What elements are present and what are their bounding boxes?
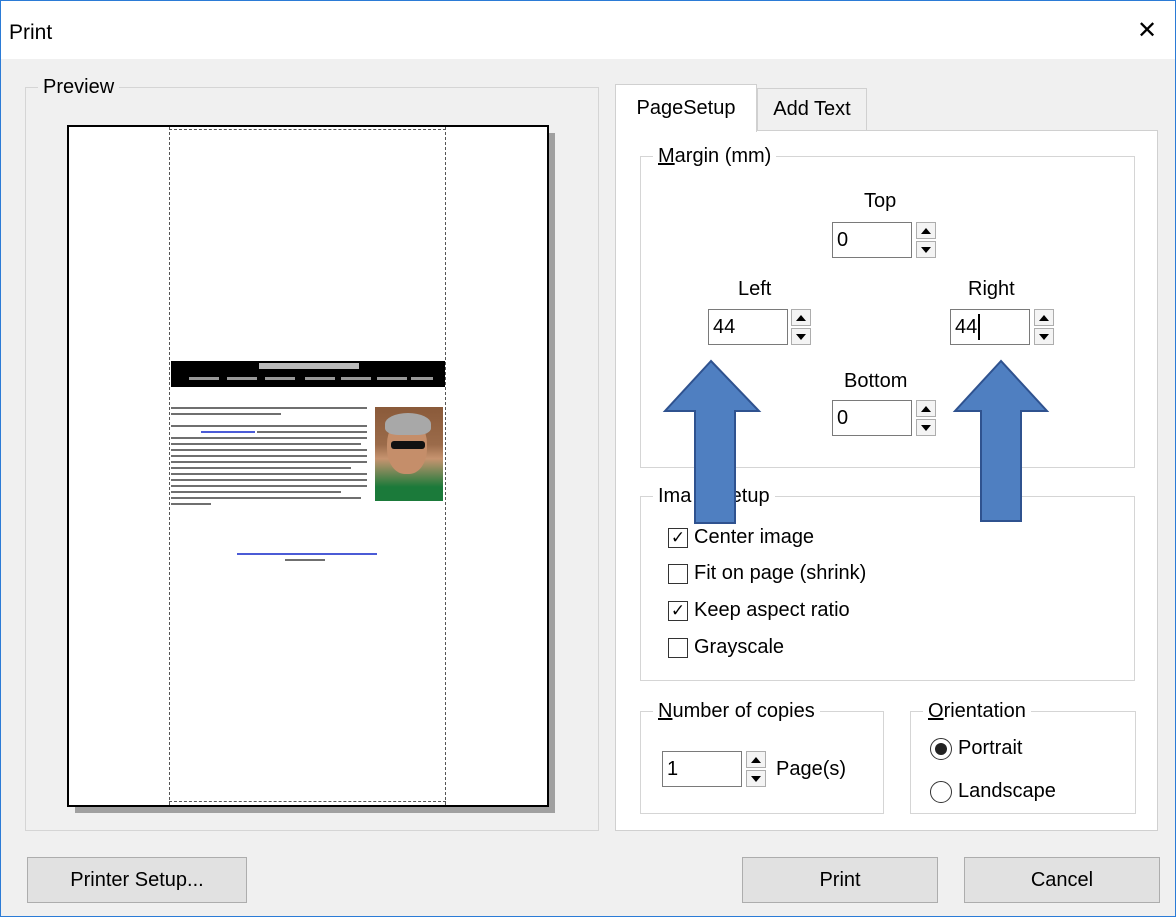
- window-title: Print: [9, 21, 53, 44]
- copies-down-button[interactable]: [746, 770, 766, 787]
- print-dialog: Print ✕ Preview PageSetup Add Text Margi…: [0, 0, 1176, 917]
- keep-aspect-ratio-label: Keep aspect ratio: [694, 599, 850, 621]
- arrow-down-icon: [796, 333, 806, 340]
- bottom-margin-up-button[interactable]: [916, 400, 936, 417]
- landscape-label: Landscape: [958, 780, 1056, 802]
- arrow-up-icon: [921, 227, 931, 234]
- copies-unit-label: Page(s): [776, 758, 847, 780]
- cancel-button[interactable]: Cancel: [964, 857, 1160, 903]
- check-icon: ✓: [670, 601, 686, 620]
- pagesetup-panel: Margin (mm) Top Left Right Bottom: [615, 130, 1158, 831]
- title-bar: Print ✕: [1, 1, 1175, 59]
- portrait-radio[interactable]: Portrait: [930, 737, 1022, 760]
- right-margin-down-button[interactable]: [1034, 328, 1054, 345]
- top-margin-spinner: [916, 222, 936, 258]
- center-image-checkbox[interactable]: ✓ Center image: [668, 526, 814, 549]
- grayscale-label: Grayscale: [694, 636, 785, 658]
- checkbox-box: [668, 637, 688, 658]
- right-margin-spinner: [1034, 309, 1054, 345]
- preview-web-header: [171, 361, 445, 387]
- fit-on-page-label: Fit on page (shrink): [694, 562, 867, 584]
- preview-legend: Preview: [38, 75, 120, 99]
- preview-page: [67, 125, 549, 807]
- landscape-radio[interactable]: Landscape: [930, 780, 1056, 803]
- arrow-up-icon: [796, 314, 806, 321]
- grayscale-checkbox[interactable]: Grayscale: [668, 636, 784, 659]
- close-icon: ✕: [1136, 16, 1158, 44]
- tab-add-text[interactable]: Add Text: [757, 88, 867, 131]
- printable-area-bottom-edge: [169, 801, 446, 802]
- margin-legend: Margin (mm): [653, 144, 777, 168]
- keep-aspect-ratio-checkbox[interactable]: ✓ Keep aspect ratio: [668, 599, 850, 622]
- arrow-up-icon: [921, 405, 931, 412]
- radio-selected-dot: [935, 742, 947, 755]
- checkbox-box: ✓: [668, 527, 688, 548]
- text-cursor: [978, 314, 980, 340]
- arrow-up-icon: [1039, 314, 1049, 321]
- radio-circle: [930, 780, 952, 803]
- center-image-label: Center image: [694, 526, 815, 548]
- left-label: Left: [738, 278, 772, 300]
- bottom-margin-input[interactable]: [832, 400, 912, 436]
- bottom-margin-down-button[interactable]: [916, 419, 936, 436]
- bottom-label: Bottom: [844, 370, 908, 392]
- top-margin-down-button[interactable]: [916, 241, 936, 258]
- copies-input[interactable]: [662, 751, 742, 787]
- check-icon: ✓: [670, 528, 686, 547]
- top-margin-input[interactable]: [832, 222, 912, 258]
- arrow-up-icon: [751, 756, 761, 763]
- tab-pagesetup[interactable]: PageSetup: [615, 84, 757, 132]
- left-margin-input[interactable]: [708, 309, 788, 345]
- top-margin-up-button[interactable]: [916, 222, 936, 239]
- copies-spinner: [746, 751, 766, 787]
- image-setup-legend: Ima Setup: [653, 484, 775, 508]
- bottom-margin-spinner: [916, 400, 936, 436]
- fit-on-page-checkbox[interactable]: Fit on page (shrink): [668, 562, 866, 585]
- checkbox-box: ✓: [668, 600, 688, 621]
- top-label: Top: [864, 190, 897, 212]
- left-margin-up-button[interactable]: [791, 309, 811, 326]
- left-margin-down-button[interactable]: [791, 328, 811, 345]
- left-margin-spinner: [791, 309, 811, 345]
- preview-photo: [375, 407, 443, 501]
- printer-setup-button[interactable]: Printer Setup...: [27, 857, 247, 903]
- copies-legend: Number of copies: [653, 699, 820, 723]
- right-margin-up-button[interactable]: [1034, 309, 1054, 326]
- orientation-legend: Orientation: [923, 699, 1031, 723]
- right-margin-field: [950, 309, 1030, 345]
- right-label: Right: [968, 278, 1015, 300]
- arrow-down-icon: [921, 424, 931, 431]
- arrow-down-icon: [1039, 333, 1049, 340]
- arrow-down-icon: [751, 775, 761, 782]
- right-margin-input[interactable]: [950, 309, 1030, 345]
- checkbox-box: [668, 563, 688, 584]
- print-button[interactable]: Print: [742, 857, 938, 903]
- radio-circle: [930, 737, 952, 760]
- portrait-label: Portrait: [958, 737, 1023, 759]
- copies-up-button[interactable]: [746, 751, 766, 768]
- arrow-down-icon: [921, 246, 931, 253]
- close-button[interactable]: ✕: [1119, 1, 1175, 59]
